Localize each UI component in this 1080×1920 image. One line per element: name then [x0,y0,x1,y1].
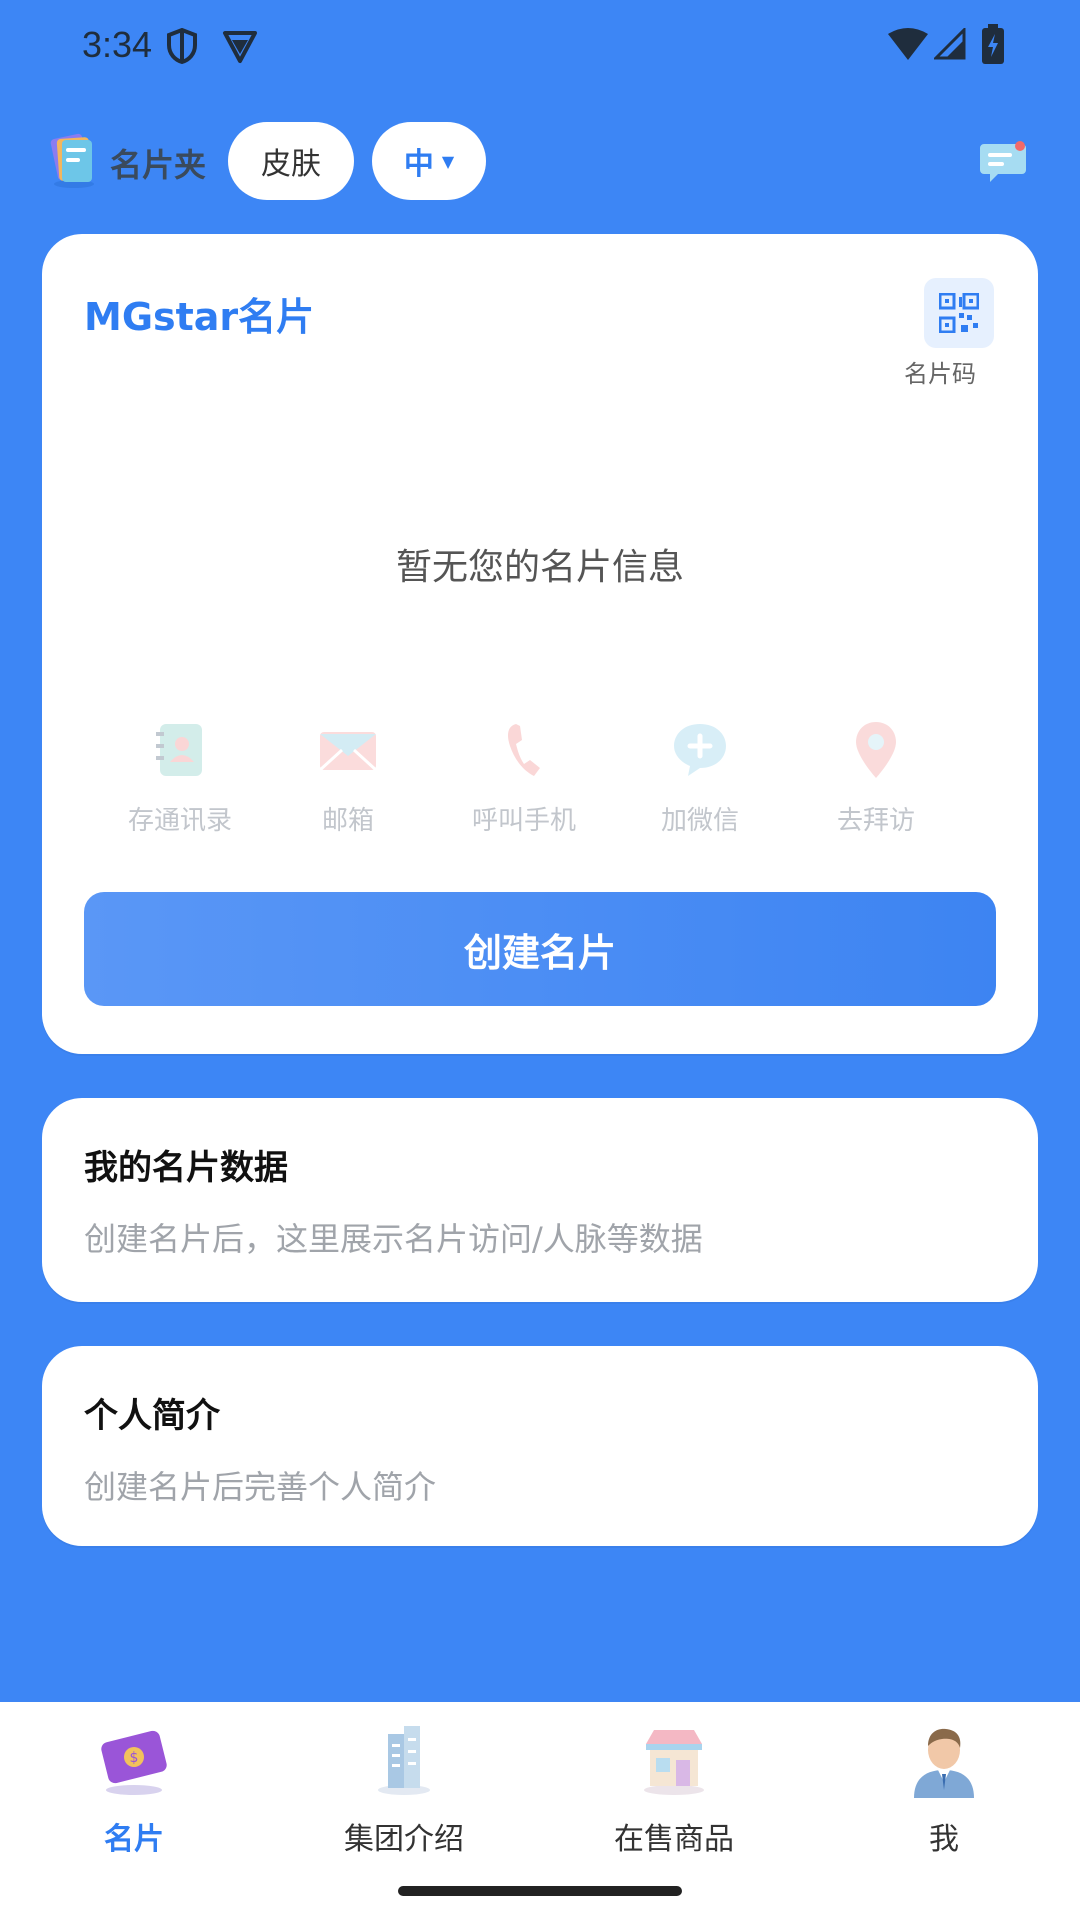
chevron-down-icon: ▼ [441,151,455,171]
card-data-title: 我的名片数据 [84,1148,288,1188]
qr-code-button[interactable] [924,278,994,348]
envelope-icon [318,732,378,772]
nav-item-card[interactable]: $ 名片 [34,1720,234,1858]
business-card-panel: MGstar名片 名片码 暂无您的名片信息 存通讯录 邮箱 呼叫手机 加微信 去… [42,234,1038,1054]
battery-icon [982,24,1004,64]
action-wechat[interactable]: 加微信 [630,718,770,837]
skin-button[interactable]: 皮肤 [228,122,354,200]
svg-text:$: $ [130,1750,139,1766]
nav-item-products[interactable]: 在售商品 [574,1720,774,1858]
building-icon [378,1726,430,1795]
address-book-icon [156,724,202,776]
action-email[interactable]: 邮箱 [278,718,418,837]
nav-label: 我 [929,1822,959,1857]
nav-item-group-intro[interactable]: 集团介绍 [304,1720,504,1858]
phone-icon [508,724,540,776]
bottom-navigation: $ 名片 集团介绍 在售商品 我 [0,1702,1080,1920]
empty-state-text: 暂无您的名片信息 [395,547,684,588]
location-pin-icon [856,722,896,778]
brand-title: MGstar名片 [84,295,315,339]
chat-plus-icon [674,724,726,776]
action-label: 邮箱 [321,806,374,836]
card-icon: $ [101,1730,167,1795]
qr-code-icon [939,293,979,333]
header: 名片夹 皮肤 中 ▼ [0,118,1080,204]
card-folder-icon[interactable] [50,132,96,188]
card-data-subtitle: 创建名片后，这里展示名片访问/人脉等数据 [84,1220,703,1258]
nav-label: 在售商品 [614,1822,734,1857]
vpn-icon [223,31,257,63]
action-save-contacts[interactable]: 存通讯录 [110,718,250,837]
card-data-panel[interactable]: 我的名片数据 创建名片后，这里展示名片访问/人脉等数据 [42,1098,1038,1302]
wifi-icon [888,28,928,60]
nav-item-me[interactable]: 我 [844,1720,1044,1858]
action-label: 去拜访 [836,806,915,836]
action-call[interactable]: 呼叫手机 [454,718,594,837]
skin-button-label: 皮肤 [261,147,321,182]
create-card-button[interactable]: 创建名片 [84,892,996,1006]
nav-label: 名片 [104,1822,164,1857]
status-bar: 3:34 [0,0,1080,96]
language-label: 中 [403,147,434,182]
shield-icon [167,28,197,64]
action-label: 存通讯录 [127,806,232,836]
action-label: 呼叫手机 [471,806,576,836]
store-icon [644,1730,704,1795]
status-time: 3:34 [82,24,153,65]
personal-intro-panel[interactable]: 个人简介 创建名片后完善个人简介 [42,1346,1038,1546]
language-dropdown[interactable]: 中 ▼ [372,122,486,200]
message-icon[interactable] [978,136,1028,186]
action-visit[interactable]: 去拜访 [806,718,946,837]
home-indicator[interactable] [398,1886,682,1896]
personal-intro-subtitle: 创建名片后完善个人简介 [84,1468,437,1506]
action-label: 加微信 [660,806,739,836]
nav-label: 集团介绍 [344,1822,464,1857]
signal-icon [934,28,966,60]
quick-actions: 存通讯录 邮箱 呼叫手机 加微信 去拜访 [42,718,1038,838]
qr-code-label[interactable]: 名片码 [882,354,998,389]
personal-intro-title: 个人简介 [84,1396,220,1436]
card-folder-label[interactable]: 名片夹 [110,140,206,186]
avatar-icon [914,1728,974,1798]
